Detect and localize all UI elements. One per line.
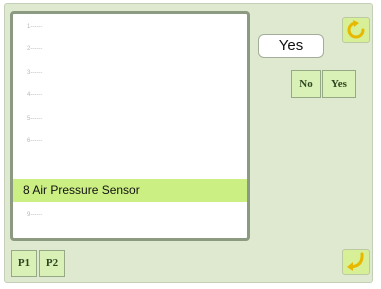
refresh-icon [347,20,365,39]
no-button[interactable]: No [291,70,321,98]
list-item[interactable]: 3------ [13,62,247,85]
return-icon [347,252,364,271]
list-item[interactable]: 2------ [13,38,247,61]
list-item[interactable]: 5------ [13,108,247,131]
list-item[interactable]: 1------ [13,16,247,39]
refresh-button[interactable] [342,17,370,43]
yes-button[interactable]: Yes [322,70,356,98]
page-2-button[interactable]: P2 [39,250,65,277]
current-value-display: Yes [258,34,324,58]
screen: 1------ 2------ 3------ 4------ 5------ … [0,0,381,289]
return-button[interactable] [342,249,370,275]
sensor-list[interactable]: 1------ 2------ 3------ 4------ 5------ … [10,11,250,241]
list-item[interactable]: 4------ [13,84,247,107]
page-1-button[interactable]: P1 [11,250,37,277]
list-item-selected[interactable]: 8 Air Pressure Sensor [13,179,247,202]
list-item[interactable]: 6------ [13,130,247,153]
list-item[interactable]: 9------ [13,204,247,227]
